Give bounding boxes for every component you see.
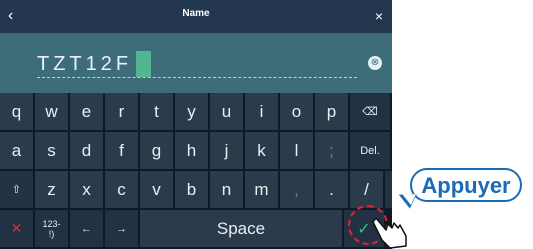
instruction-callout: Appuyer xyxy=(395,168,522,209)
cursor-right-key[interactable]: → xyxy=(105,210,138,247)
keyboard-row-3: ⇧ z x c v b n m , . / ⇧ xyxy=(0,171,392,209)
key-comma[interactable]: , xyxy=(280,171,313,208)
key-z[interactable]: z xyxy=(35,171,68,208)
key-p[interactable]: p xyxy=(315,93,348,130)
number-symbol-key[interactable]: 123- !) xyxy=(35,210,68,247)
shift-key-right[interactable]: ⇧ xyxy=(385,171,392,208)
key-m[interactable]: m xyxy=(245,171,278,208)
key-u[interactable]: u xyxy=(210,93,243,130)
key-i[interactable]: i xyxy=(245,93,278,130)
arrow-right-icon: → xyxy=(116,222,127,235)
page-title: Name xyxy=(182,8,210,19)
cancel-key[interactable]: × xyxy=(0,210,33,247)
key-s[interactable]: s xyxy=(35,132,68,169)
key-a[interactable]: a xyxy=(0,132,33,169)
cursor-left-key[interactable]: ← xyxy=(70,210,103,247)
key-r[interactable]: r xyxy=(105,93,138,130)
key-y[interactable]: y xyxy=(175,93,208,130)
key-x[interactable]: x xyxy=(70,171,103,208)
space-key[interactable]: Space xyxy=(140,210,342,247)
name-input-value: TZT12F xyxy=(37,53,133,75)
input-underline xyxy=(37,77,357,78)
key-n[interactable]: n xyxy=(210,171,243,208)
key-o[interactable]: o xyxy=(280,93,313,130)
close-icon: × xyxy=(374,8,383,24)
key-slash[interactable]: / xyxy=(350,171,383,208)
backspace-icon: ⌫ xyxy=(362,106,378,118)
keyboard-row-1: q w e r t y u i o p ⌫ xyxy=(0,93,390,131)
device-screen: ‹ Name × TZT12F ⊗ q w e r t y u i o p ⌫ … xyxy=(0,0,392,249)
name-field[interactable]: TZT12F ⊗ xyxy=(0,33,392,93)
key-b[interactable]: b xyxy=(175,171,208,208)
clear-circle-icon: ⊗ xyxy=(370,57,380,68)
close-button[interactable]: × xyxy=(375,7,383,25)
cancel-x-icon: × xyxy=(11,218,22,238)
key-period[interactable]: . xyxy=(315,171,348,208)
clear-button[interactable]: ⊗ xyxy=(368,56,382,70)
delete-key[interactable]: Del. xyxy=(350,132,390,169)
key-j[interactable]: j xyxy=(210,132,243,169)
text-cursor xyxy=(136,51,151,77)
key-semicolon[interactable]: ; xyxy=(315,132,348,169)
backspace-key[interactable]: ⌫ xyxy=(350,93,390,130)
key-e[interactable]: e xyxy=(70,93,103,130)
key-k[interactable]: k xyxy=(245,132,278,169)
keyboard-row-2: a s d f g h j k l ; Del. xyxy=(0,132,390,170)
keyboard-row-4: × 123- !) ← → Space ✓ xyxy=(0,210,384,248)
key-q[interactable]: q xyxy=(0,93,33,130)
pointing-hand-icon xyxy=(372,217,407,249)
key-v[interactable]: v xyxy=(140,171,173,208)
shift-key-left[interactable]: ⇧ xyxy=(0,171,33,208)
key-g[interactable]: g xyxy=(140,132,173,169)
key-l[interactable]: l xyxy=(280,132,313,169)
callout-text: Appuyer xyxy=(421,173,511,198)
shift-icon: ⇧ xyxy=(11,184,22,196)
key-t[interactable]: t xyxy=(140,93,173,130)
key-w[interactable]: w xyxy=(35,93,68,130)
key-f[interactable]: f xyxy=(105,132,138,169)
title-bar: ‹ Name × xyxy=(0,0,392,33)
key-d[interactable]: d xyxy=(70,132,103,169)
key-c[interactable]: c xyxy=(105,171,138,208)
onscreen-keyboard: q w e r t y u i o p ⌫ a s d f g h j k l … xyxy=(0,93,392,249)
arrow-left-icon: ← xyxy=(81,222,92,235)
key-h[interactable]: h xyxy=(175,132,208,169)
